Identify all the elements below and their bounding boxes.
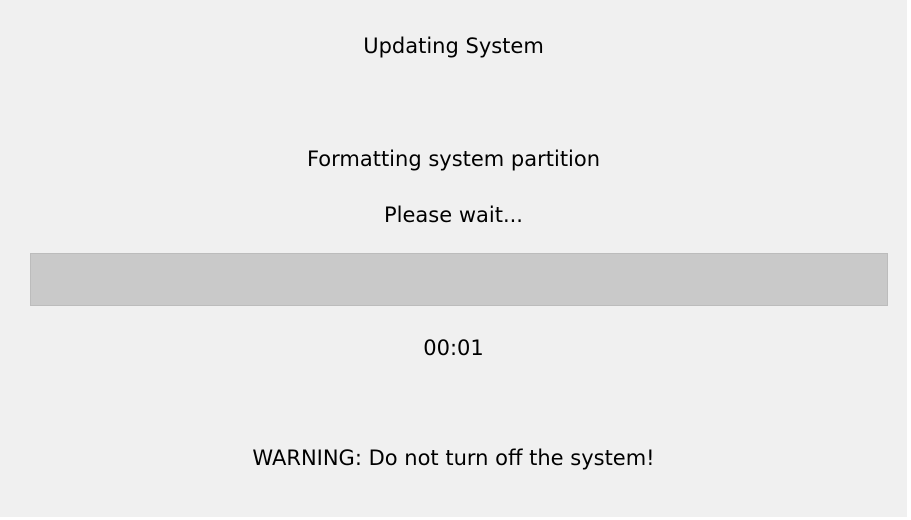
warning-message: WARNING: Do not turn off the system! [252,446,655,470]
progress-bar-fill [31,254,887,305]
dialog-title: Updating System [363,34,544,58]
progress-bar [30,253,888,306]
elapsed-time: 00:01 [423,336,484,360]
wait-message: Please wait... [384,203,523,227]
update-dialog: Updating System Formatting system partit… [0,0,907,517]
status-message: Formatting system partition [306,147,601,171]
